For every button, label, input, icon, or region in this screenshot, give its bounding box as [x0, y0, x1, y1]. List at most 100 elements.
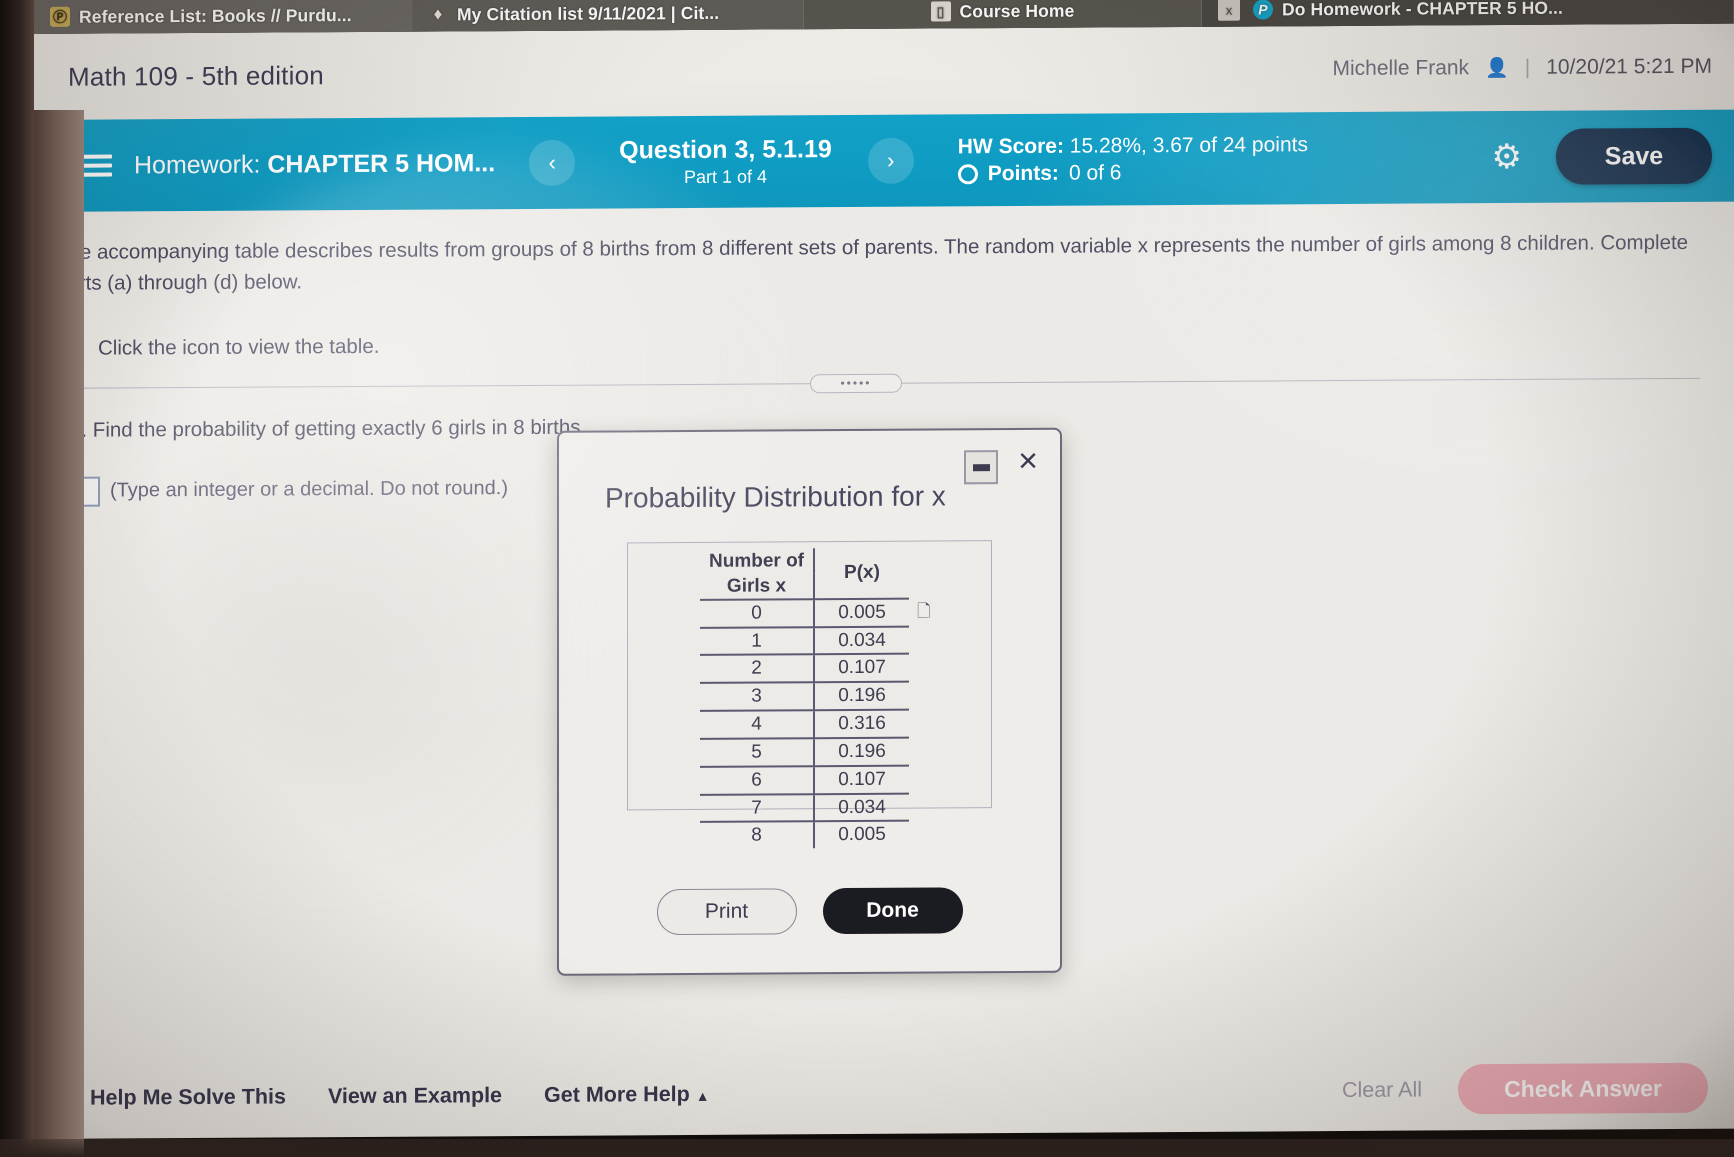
col-header-px: P(x) [814, 547, 909, 599]
dialog-title: Probability Distribution for x [605, 480, 946, 514]
table-row: 0 0.005 [700, 598, 909, 628]
cell-x: 5 [700, 738, 814, 767]
cell-p: 0.107 [814, 654, 909, 683]
table-row: 3 0.196 [700, 681, 909, 711]
get-more-help-label: Get More Help [544, 1081, 690, 1107]
table-row: 6 0.107 [700, 765, 909, 795]
app-header: Math 109 - 5th edition Michelle Frank 👤 … [34, 23, 1734, 121]
dialog-actions: Print Done [559, 887, 1060, 936]
screen-bezel-bottom [0, 1139, 1734, 1157]
tab-close-icon[interactable]: x [1218, 0, 1240, 21]
caret-up-icon: ▲ [695, 1087, 710, 1104]
gear-icon[interactable]: ⚙ [1492, 138, 1522, 176]
header-divider: | [1524, 55, 1531, 79]
header-user-area: Michelle Frank 👤 | 10/20/21 5:21 PM [1333, 55, 1734, 81]
cell-x: 2 [700, 654, 814, 684]
minimize-icon[interactable] [964, 450, 998, 485]
check-answer-button[interactable]: Check Answer [1458, 1062, 1708, 1115]
book-icon: ▯ [930, 1, 951, 22]
cell-p: 0.005 [814, 821, 909, 849]
table-row: 2 0.107 [700, 654, 909, 684]
app-page: Math 109 - 5th edition Michelle Frank 👤 … [34, 23, 1734, 1140]
question-part: Part 1 of 4 [683, 166, 767, 188]
homework-name: CHAPTER 5 HOM... [267, 148, 496, 179]
homework-label[interactable]: Homework: CHAPTER 5 HOM... [134, 149, 495, 180]
browser-tab-do-homework[interactable]: x P Do Homework - CHAPTER 5 HO... [1202, 0, 1734, 27]
question-prompt: The accompanying table describes results… [56, 230, 1689, 295]
distribution-table-body: 0 0.005 1 0.034 2 0.107 3 0.196 4 0.316 5 0.19… [700, 598, 909, 850]
col-header-x-line1: Number of [709, 550, 804, 572]
distribution-table-wrap: Number of P(x) Girls x 0 0.005 1 0.034 2 0.… [627, 540, 992, 850]
copy-icon[interactable]: 🗋 [917, 598, 937, 621]
section-divider: ••••• [70, 373, 1700, 393]
help-me-solve-this-link[interactable]: Help Me Solve This [90, 1084, 286, 1110]
screen-bezel-left [0, 0, 34, 1157]
next-question-button[interactable]: › [867, 137, 914, 184]
save-button[interactable]: Save [1556, 127, 1712, 185]
screen-bezel-left-inner [34, 110, 84, 1157]
col-header-x-line2: Girls x [726, 575, 787, 597]
cell-x: 1 [700, 626, 814, 656]
cell-p: 0.316 [814, 709, 909, 739]
user-avatar-icon[interactable]: 👤 [1485, 56, 1509, 80]
cell-p: 0.196 [814, 737, 909, 766]
table-row: 1 0.034 [700, 626, 909, 656]
tab-title: Do Homework - CHAPTER 5 HO... [1282, 0, 1563, 19]
hw-score-value: 15.28%, 3.67 of 24 points [1069, 132, 1308, 158]
view-table-link[interactable]: Click the icon to view the table. [56, 325, 1706, 362]
browser-tab-course-home[interactable]: ▯ Course Home [804, 0, 1202, 30]
tab-title: Course Home [959, 0, 1075, 21]
view-an-example-link[interactable]: View an Example [328, 1083, 502, 1109]
cell-p: 0.034 [814, 626, 909, 655]
cell-x: 7 [700, 793, 814, 823]
tab-title: Reference List: Books // Purdu... [79, 4, 352, 27]
probability-distribution-dialog: Probability Distribution for x × Number … [557, 427, 1062, 976]
cell-p: 0.196 [814, 681, 909, 711]
citation-icon: ♦ [433, 4, 443, 24]
table-row: 7 0.034 [700, 793, 909, 823]
clear-all-button[interactable]: Clear All [1342, 1077, 1422, 1102]
browser-tab-citation-list[interactable]: ♦ My Citation list 9/11/2021 | Cit... [412, 0, 804, 32]
points-status-icon [957, 163, 978, 184]
pearson-icon: P [1253, 0, 1273, 20]
points-value: 0 of 6 [1068, 161, 1122, 185]
cell-x: 4 [700, 710, 814, 739]
user-name: Michelle Frank [1332, 56, 1470, 81]
hamburger-icon[interactable] [82, 154, 112, 177]
screen-photo: Math 109 - 5th edition Michelle Frank 👤 … [0, 0, 1734, 1157]
score-info: HW Score: 15.28%, 3.67 of 24 points Poin… [957, 131, 1308, 188]
cell-p: 0.107 [814, 765, 909, 794]
timestamp: 10/20/21 5:21 PM [1546, 54, 1712, 79]
cell-x: 8 [700, 821, 814, 850]
table-row: 8 0.005 [700, 821, 909, 850]
homework-toolbar: Homework: CHAPTER 5 HOM... ‹ Question 3,… [34, 109, 1734, 212]
cell-x: 6 [700, 765, 814, 795]
browser-tab-reference-list[interactable]: Ⓟ Reference List: Books // Purdu... [34, 0, 412, 35]
homework-prefix: Homework: [134, 150, 261, 179]
hw-score-label: HW Score: [957, 134, 1064, 159]
cell-p: 0.034 [814, 793, 909, 822]
points-row: Points: 0 of 6 [957, 158, 1308, 187]
question-title: Question 3, 5.1.19 [619, 135, 832, 165]
question-footer: Help Me Solve This View an Example Get M… [34, 1062, 1734, 1123]
table-row: 5 0.196 [700, 737, 909, 767]
question-info: Question 3, 5.1.19 Part 1 of 4 [619, 134, 832, 189]
view-table-label: Click the icon to view the table. [98, 334, 380, 360]
print-button[interactable]: Print [656, 888, 797, 936]
prev-question-button[interactable]: ‹ [529, 139, 576, 186]
cell-x: 3 [700, 682, 814, 711]
points-label: Points: [987, 161, 1059, 186]
cell-p: 0.005 [814, 598, 909, 627]
answer-hint: (Type an integer or a decimal. Do not ro… [110, 477, 508, 502]
done-button[interactable]: Done [822, 887, 963, 935]
cell-x: 0 [700, 598, 814, 628]
hw-score: HW Score: 15.28%, 3.67 of 24 points [958, 131, 1308, 160]
table-row: 4 0.316 [700, 709, 909, 739]
get-more-help-link[interactable]: Get More Help ▲ [544, 1081, 710, 1107]
purdue-owl-icon: Ⓟ [50, 6, 70, 27]
course-title: Math 109 - 5th edition [68, 59, 324, 92]
dialog-titlebar: Probability Distribution for x × [559, 430, 1060, 523]
close-icon[interactable]: × [1010, 442, 1046, 480]
divider-handle[interactable]: ••••• [810, 373, 902, 393]
tab-title: My Citation list 9/11/2021 | Cit... [457, 2, 720, 24]
